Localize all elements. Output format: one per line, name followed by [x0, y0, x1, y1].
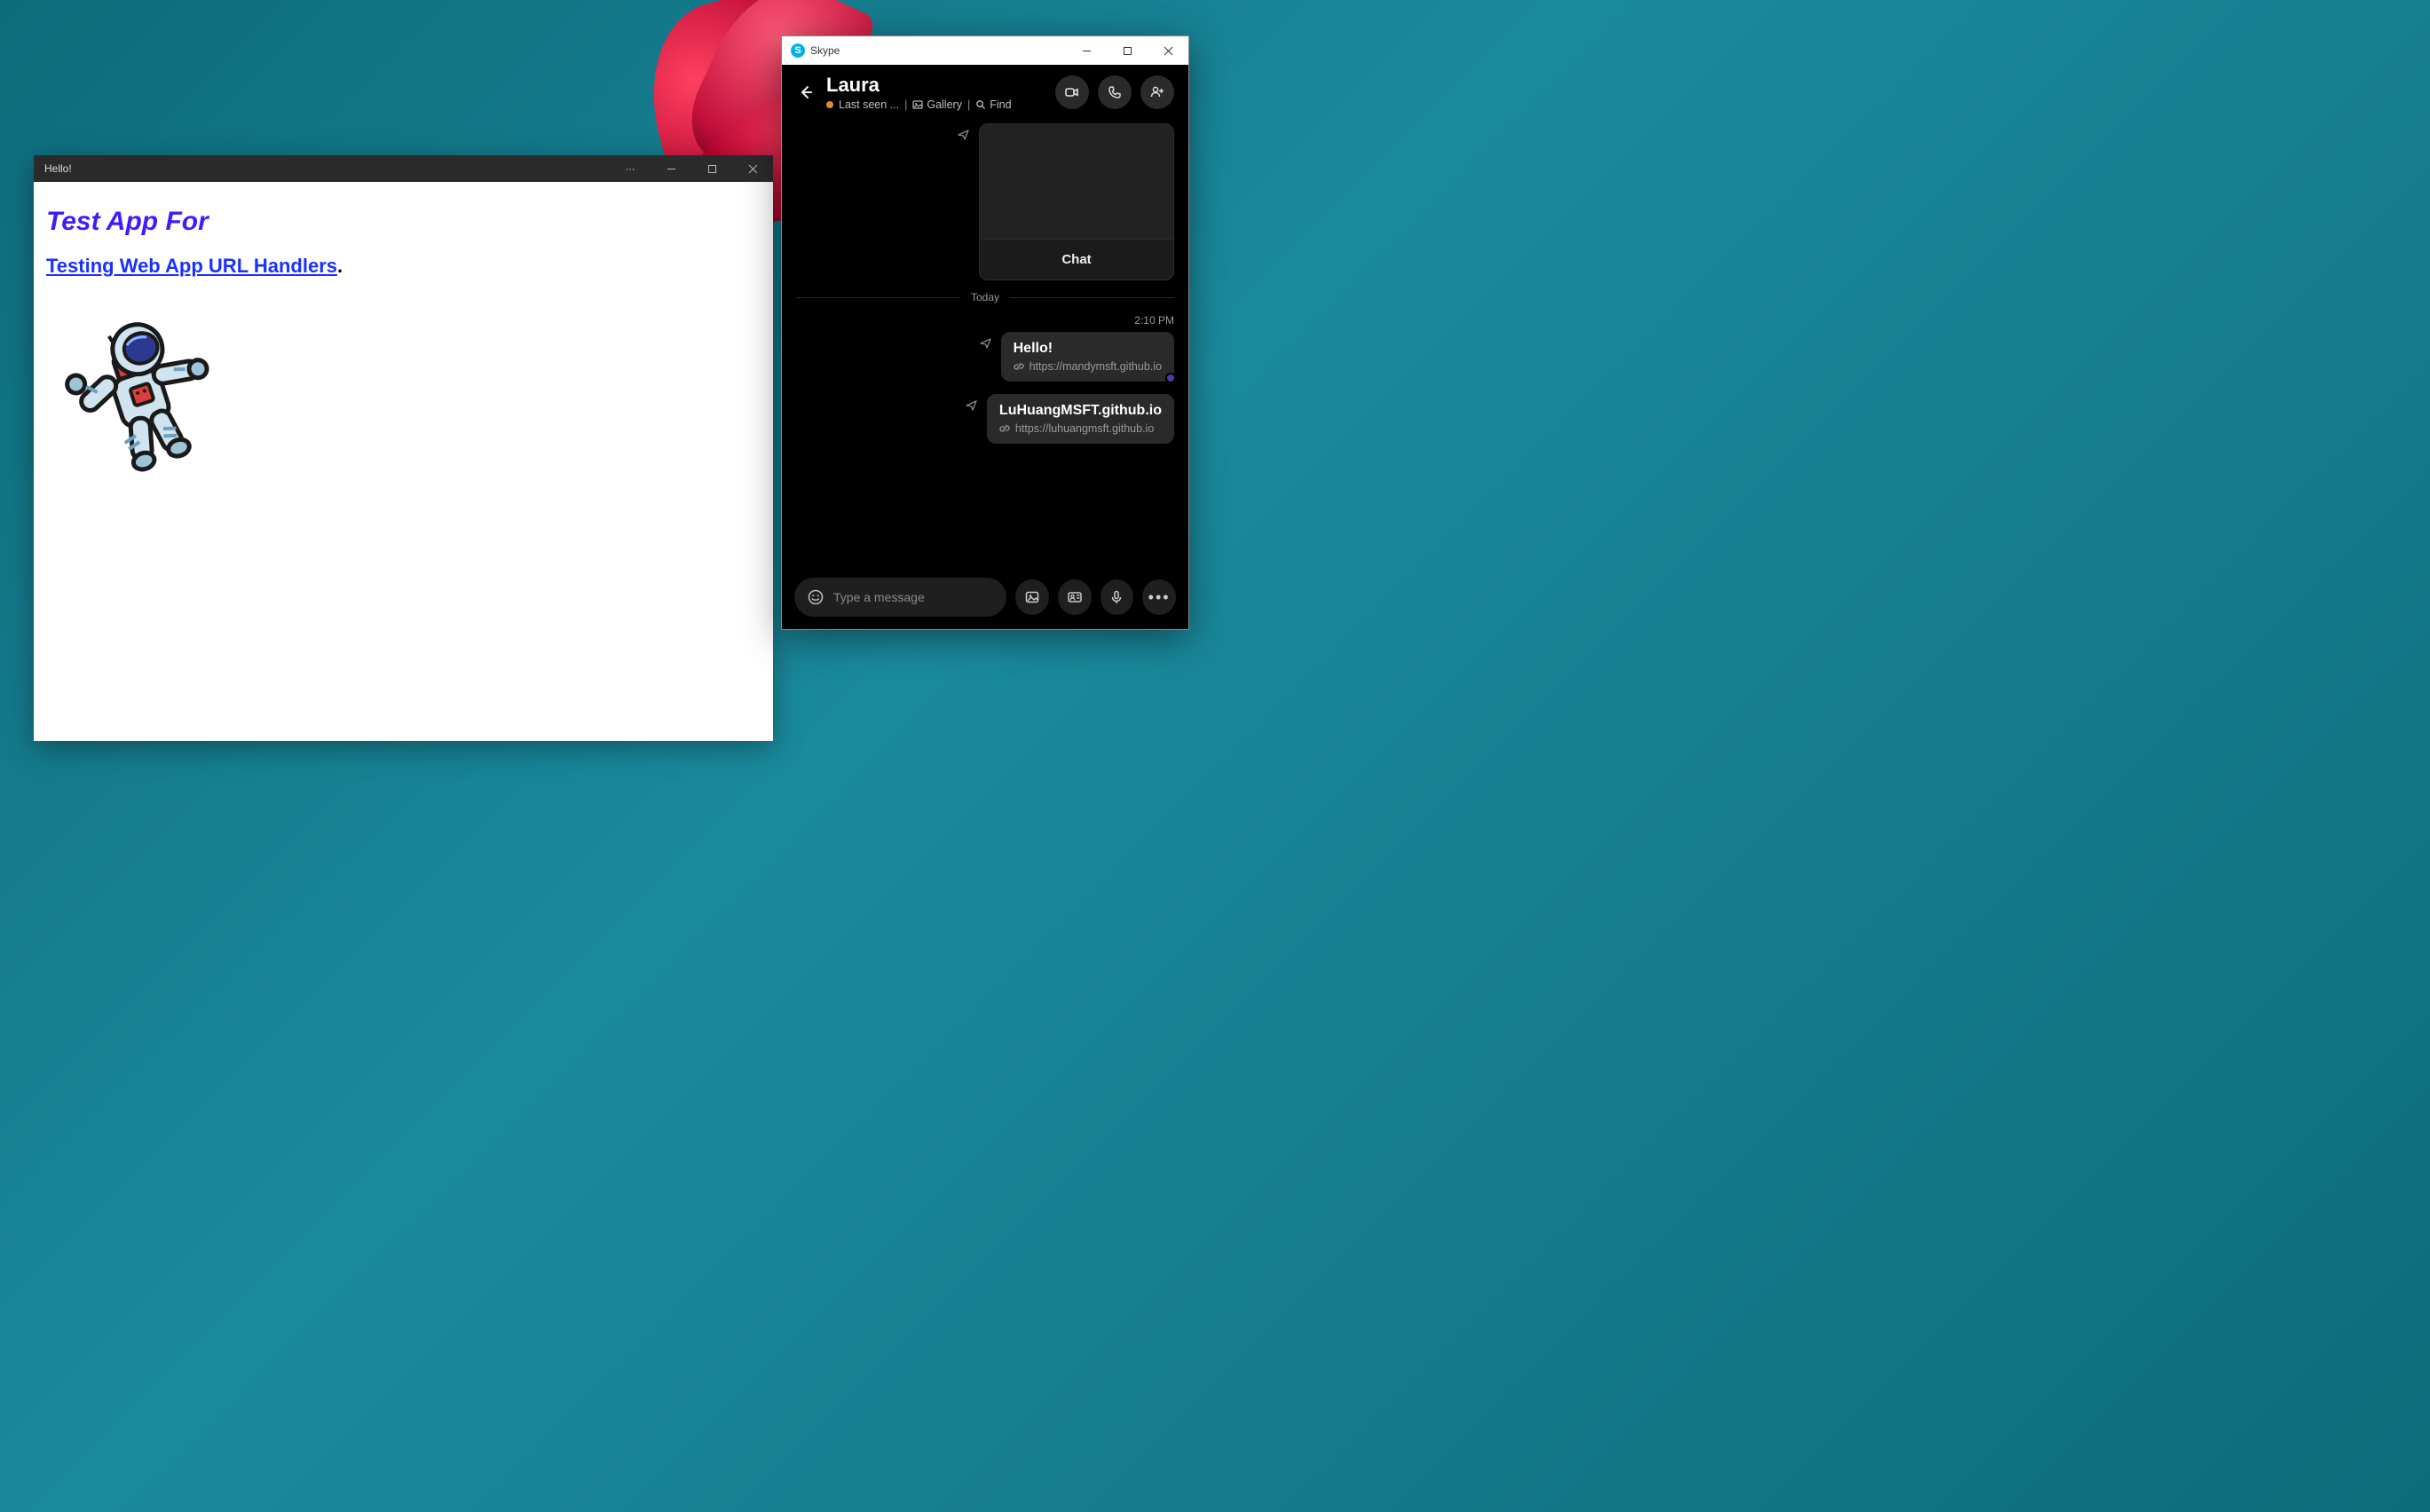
message-input[interactable]	[833, 590, 994, 604]
skype-body: Laura Last seen ... | Gallery | Find	[782, 65, 1188, 629]
video-icon	[1064, 84, 1080, 100]
sent-indicator-icon	[966, 399, 978, 412]
contact-card-icon	[1067, 589, 1083, 605]
day-divider-label: Today	[971, 291, 999, 303]
hello-main-link[interactable]: Testing Web App URL Handlers	[46, 255, 337, 277]
chat-scroll-area[interactable]: Chat Today 2:10 PM Hello!	[782, 118, 1188, 569]
minimize-icon	[667, 164, 676, 174]
separator: |	[967, 98, 970, 111]
video-call-button[interactable]	[1055, 75, 1089, 109]
contact-subinfo: Last seen ... | Gallery | Find	[826, 98, 1045, 111]
hello-close-button[interactable]	[732, 155, 773, 182]
more-options-button[interactable]: •••	[1142, 579, 1176, 615]
hello-titlebar[interactable]: Hello! ⋯	[34, 155, 773, 182]
link-preview-label: Chat	[980, 240, 1173, 280]
maximize-icon	[707, 164, 717, 174]
contact-card-button[interactable]	[1058, 579, 1092, 615]
day-divider: Today	[796, 291, 1174, 303]
maximize-icon	[1123, 46, 1132, 56]
message-bubble[interactable]: Hello! https://mandymsft.github.io	[1001, 332, 1174, 382]
hello-more-button[interactable]: ⋯	[610, 155, 651, 182]
contact-name[interactable]: Laura	[826, 74, 1045, 97]
hello-maximize-button[interactable]	[691, 155, 732, 182]
audio-call-button[interactable]	[1098, 75, 1132, 109]
hello-subheading: Testing Web App URL Handlers.	[46, 255, 761, 278]
skype-logo-icon: S	[791, 43, 805, 58]
message-row: Hello! https://mandymsft.github.io	[796, 332, 1174, 382]
image-icon	[1024, 589, 1040, 605]
hello-link-suffix: .	[337, 255, 343, 277]
separator: |	[904, 98, 907, 111]
gallery-icon	[912, 99, 923, 110]
link-preview-card[interactable]: Chat	[979, 123, 1174, 280]
close-icon	[1164, 46, 1173, 56]
message-url[interactable]: https://mandymsft.github.io	[1014, 360, 1162, 373]
hello-minimize-button[interactable]	[651, 155, 691, 182]
last-seen-text: Last seen ...	[839, 98, 899, 111]
sent-indicator-icon	[980, 337, 992, 350]
link-icon	[1014, 361, 1024, 372]
emoji-button[interactable]	[807, 588, 824, 606]
message-url[interactable]: https://luhuangmsft.github.io	[999, 422, 1162, 435]
person-add-icon	[1149, 84, 1165, 100]
chat-header: Laura Last seen ... | Gallery | Find	[782, 65, 1188, 118]
hello-app-window: Hello! ⋯ Test App For Testing Web App UR…	[34, 155, 773, 741]
back-button[interactable]	[796, 83, 816, 102]
smiley-icon	[807, 588, 824, 606]
hello-content: Test App For Testing Web App URL Handler…	[34, 182, 773, 741]
dots-icon: ⋯	[626, 163, 635, 175]
phone-icon	[1107, 84, 1123, 100]
link-preview-thumbnail	[980, 124, 1173, 240]
message-timestamp: 2:10 PM	[796, 314, 1174, 327]
add-people-button[interactable]	[1140, 75, 1174, 109]
attach-image-button[interactable]	[1015, 579, 1049, 615]
link-icon	[999, 423, 1010, 434]
find-link[interactable]: Find	[975, 98, 1011, 111]
minimize-icon	[1082, 46, 1092, 56]
search-icon	[975, 99, 986, 110]
compose-bar: •••	[782, 569, 1188, 629]
skype-close-button[interactable]	[1148, 36, 1188, 65]
skype-titlebar[interactable]: S Skype	[782, 36, 1188, 65]
message-bubble[interactable]: LuHuangMSFT.github.io https://luhuangmsf…	[987, 394, 1174, 444]
gallery-link[interactable]: Gallery	[912, 98, 962, 111]
message-row: LuHuangMSFT.github.io https://luhuangmsf…	[796, 394, 1174, 444]
hello-heading: Test App For	[46, 207, 761, 237]
microphone-icon	[1108, 589, 1124, 605]
dots-icon: •••	[1148, 588, 1171, 607]
status-dot-icon	[826, 101, 833, 108]
link-preview-row: Chat	[796, 123, 1174, 280]
skype-app-title: Skype	[810, 44, 840, 57]
message-title: LuHuangMSFT.github.io	[999, 403, 1162, 419]
skype-window: S Skype Laura Last seen ... |	[781, 35, 1189, 630]
read-receipt-icon	[1165, 373, 1176, 383]
message-title: Hello!	[1014, 341, 1162, 357]
skype-minimize-button[interactable]	[1066, 36, 1107, 65]
close-icon	[748, 164, 758, 174]
astronaut-image	[46, 304, 761, 482]
compose-input-wrap[interactable]	[794, 578, 1006, 617]
voice-message-button[interactable]	[1101, 579, 1134, 615]
sent-indicator-icon	[958, 129, 970, 141]
arrow-left-icon	[798, 84, 814, 100]
hello-window-title: Hello!	[44, 162, 72, 175]
skype-maximize-button[interactable]	[1107, 36, 1148, 65]
